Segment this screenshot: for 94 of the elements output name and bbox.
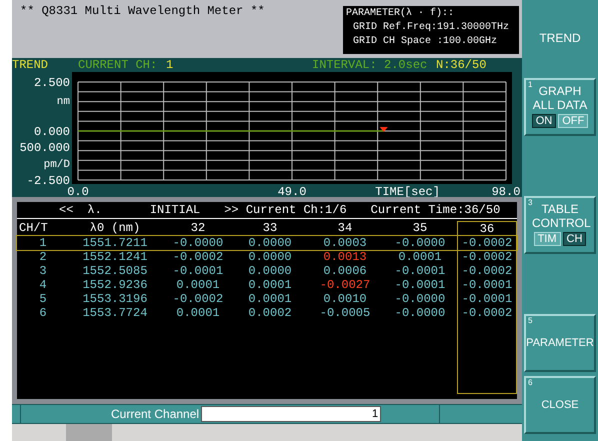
current-ch-label: CURRENT CH: [78, 58, 158, 72]
y-unit-label: nm [56, 96, 70, 108]
field-label: Current Channel [111, 406, 200, 423]
scrollbar-thumb[interactable] [66, 424, 112, 441]
table-cell-text: 1551.7211 [82, 236, 148, 250]
table-cell-text: -0.0005 [318, 306, 372, 320]
table-row[interactable]: 4 1552.9236 0.0001 0.0001 -0.0027 -0.0001 -0.0001 [17, 278, 517, 292]
y-tick-label: -2.500 [26, 174, 70, 188]
button-label: GRAPH ALL DATA [532, 84, 588, 112]
control-button[interactable]: 1 GRAPH ALL DATA ON OFF [524, 78, 596, 136]
table-row[interactable]: 1 1551.7211 -0.0000 0.0000 0.0003 -0.0000 -0.0002 [17, 236, 517, 250]
table-cell-text: -0.0002 [172, 292, 224, 306]
table-row[interactable]: 6 1553.7724 0.0001 0.0002 -0.0005 -0.0000 -0.0002 [17, 306, 517, 320]
table-cell-text: -0.0000 [394, 292, 446, 306]
table-cell: -0.0002 [457, 264, 517, 278]
window-title: ** Q8331 Multi Wavelength Meter ** [20, 4, 265, 20]
column-header: 33 [262, 221, 278, 236]
softkey-button[interactable]: 5 PARAMETER [524, 314, 596, 372]
table-nav: << [59, 203, 74, 217]
table-cell: -0.0001 [457, 292, 517, 306]
table-cell-text: -0.0001 [172, 264, 224, 278]
table-current-time: Current Time:36/50 [370, 203, 500, 217]
channel-input-field[interactable]: 1 [201, 406, 382, 422]
table-cell-text: -0.0000 [172, 236, 224, 250]
table-cell-text: 0.0000 [247, 250, 293, 264]
table-cell-text: 0.0010 [322, 292, 368, 306]
x-tick-label: 0.0 [67, 185, 89, 197]
table-cell-text: 0.0001 [397, 250, 443, 264]
x-tick-label: 49.0 [278, 185, 306, 197]
table-cell-text: -0.0000 [394, 306, 446, 320]
table-cell: -0.0002 [457, 250, 517, 264]
current-ch-value: 1 [166, 58, 174, 72]
button-number: 1 [528, 80, 532, 89]
interval-label: INTERVAL: 2.0sec [312, 58, 428, 72]
table-reference: INITIAL [150, 203, 200, 217]
button-number: 3 [528, 198, 532, 207]
table-cell-text: -0.0000 [394, 236, 446, 250]
marker-icon [380, 127, 388, 132]
table-row[interactable]: 5 1553.3196 -0.0002 0.0001 0.0010 -0.0000 -0.0001 [17, 292, 517, 306]
toggle-option[interactable]: ON [532, 114, 556, 128]
table-cell-text: 0.0002 [247, 306, 293, 320]
parameter-line: GRID CH Space :100.00GHz [352, 35, 498, 49]
table-cell-text: 0.0001 [247, 278, 293, 292]
scale-label: 500.000 [20, 141, 70, 155]
scrollbar[interactable] [12, 424, 522, 441]
table-cell-text: 0.0006 [322, 264, 368, 278]
table-cell-text: 0.0001 [247, 292, 293, 306]
column-header: 34 [336, 221, 354, 236]
table-row[interactable]: 2 1552.1241 -0.0002 0.0000 0.0013 0.0001 -0.0002 [17, 250, 517, 264]
table-mode: λ. [87, 203, 102, 217]
table-cell-text: 5 [38, 292, 48, 306]
table-row[interactable]: 3 1552.5085 -0.0001 0.0000 0.0006 -0.0001 -0.0002 [17, 264, 517, 278]
column-header: CH/T [19, 221, 49, 236]
table-cell-text: 4 [38, 278, 48, 292]
table-cell-text: 0.0003 [322, 236, 368, 250]
column-header: 35 [412, 221, 428, 236]
table-cell: -0.0002 [457, 236, 517, 250]
table-cell-text: -0.0001 [394, 278, 446, 292]
table-cell-text: 0.0000 [247, 264, 293, 278]
parameter-line: PARAMETER(λ · f):: [346, 7, 456, 21]
table-current-ch: >> Current Ch:1/6 [224, 203, 347, 217]
table-cell-text: 1552.5085 [82, 264, 148, 278]
table-cell-text: 0.0013 [322, 250, 368, 264]
table-cell-text: -0.0001 [394, 264, 446, 278]
toggle-option[interactable]: CH [562, 232, 586, 246]
control-button[interactable]: 3 TABLE CONTROL TIM CH [524, 196, 596, 254]
table-cell-text: 1552.1241 [82, 250, 148, 264]
column-header: λ0 (nm) [88, 221, 142, 236]
table-cell-text: 1552.9236 [82, 278, 148, 292]
y-tick-label: 2.500 [34, 76, 70, 90]
table-cell-text: 2 [38, 250, 48, 264]
table-cell-text: -0.0002 [172, 250, 224, 264]
parameter-line: GRID Ref.Freq:191.30000THz [352, 21, 510, 35]
scale-unit-label: pm/D [44, 159, 70, 171]
table-cell-text: 0.0001 [175, 278, 221, 292]
table-cell: -0.0001 [457, 278, 517, 292]
column-header: 32 [190, 221, 206, 236]
panel-title: TREND [539, 30, 581, 47]
table-cell: -0.0002 [457, 306, 517, 320]
button-label: TABLE CONTROL [532, 202, 588, 230]
y-tick-label: 0.000 [34, 125, 70, 139]
mode-label: TREND [12, 58, 50, 72]
table-cell-text: 0.0000 [247, 236, 293, 250]
table-cell-text: 6 [38, 306, 48, 320]
table-cell-text: 3 [38, 264, 48, 278]
softkey-button[interactable]: 6 CLOSE [524, 376, 596, 434]
column-header: 36 [457, 221, 517, 236]
x-tick-label: 98.0 [492, 185, 520, 197]
table-cell-text: 1553.3196 [82, 292, 148, 306]
table-cell-text: -0.0027 [318, 278, 372, 292]
table-cell-text: 0.0001 [175, 306, 221, 320]
table-cell-text: 1 [38, 236, 48, 250]
table-cell-text: 1553.7724 [82, 306, 148, 320]
count-label: N:36/50 [436, 58, 486, 72]
